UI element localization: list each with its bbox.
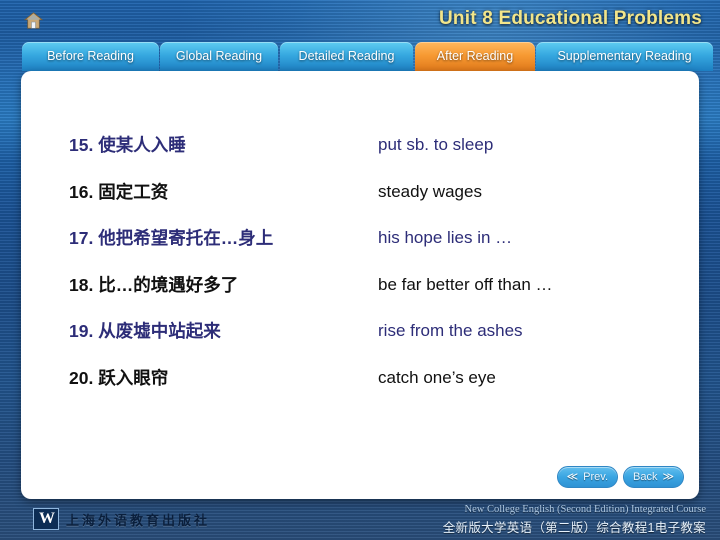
list-item: 16. 固定工资 steady wages (69, 181, 679, 228)
prev-button-label: Prev. (583, 471, 609, 483)
list-item: 20. 跃入眼帘 catch one’s eye (69, 367, 679, 414)
double-chevron-left-icon: ≪ (566, 471, 579, 483)
chinese-phrase: 16. 固定工资 (69, 181, 169, 202)
double-chevron-right-icon: ≫ (662, 471, 674, 483)
logo-mark-icon: W (33, 508, 59, 530)
english-phrase: catch one’s eye (378, 367, 496, 387)
tab-before-reading[interactable]: Before Reading (22, 42, 159, 71)
navigation-buttons: ≪ Prev. Back ≫ (556, 466, 684, 488)
english-phrase: steady wages (378, 181, 482, 201)
slide-stage: Unit 8 Educational Problems Before Readi… (0, 0, 720, 540)
list-item: 17. 他把希望寄托在…身上 his hope lies in … (69, 227, 679, 274)
back-button-label: Back (633, 471, 658, 483)
english-phrase: put sb. to sleep (378, 135, 494, 154)
tab-detailed-reading[interactable]: Detailed Reading (280, 42, 413, 71)
chinese-phrase: 17. 他把希望寄托在…身上 (69, 228, 274, 248)
publisher-name: 上海外语教育出版社 (66, 513, 211, 529)
list-item: 19. 从废墟中站起来 rise from the ashes (69, 320, 679, 367)
publisher-logo: W 上海外语教育出版社 (33, 508, 210, 530)
vocabulary-list: 15. 使某人入睡 put sb. to sleep 16. 固定工资 stea… (69, 134, 679, 413)
english-phrase: be far better off than … (378, 274, 553, 294)
prev-button[interactable]: ≪ Prev. (556, 466, 619, 488)
english-phrase: his hope lies in … (378, 228, 513, 247)
tab-global-reading[interactable]: Global Reading (160, 42, 278, 71)
tab-after-reading[interactable]: After Reading (415, 42, 535, 71)
english-phrase: rise from the ashes (378, 321, 523, 340)
course-title-en: New College English (Second Edition) Int… (464, 504, 706, 515)
chinese-phrase: 19. 从废墟中站起来 (69, 321, 221, 341)
course-title-cn: 全新版大学英语（第二版）综合教程1电子教案 (442, 521, 706, 535)
back-button[interactable]: Back ≫ (623, 466, 684, 488)
page-title: Unit 8 Educational Problems (438, 8, 702, 29)
content-panel: 15. 使某人入睡 put sb. to sleep 16. 固定工资 stea… (21, 71, 699, 499)
list-item: 15. 使某人入睡 put sb. to sleep (69, 134, 679, 181)
course-info: New College English (Second Edition) Int… (443, 504, 706, 536)
chinese-phrase: 15. 使某人入睡 (69, 135, 186, 155)
list-item: 18. 比…的境遇好多了 be far better off than … (69, 274, 679, 321)
home-icon[interactable] (24, 12, 43, 29)
footer: W 上海外语教育出版社 New College English (Second … (0, 499, 720, 540)
tab-supplementary-reading[interactable]: Supplementary Reading (536, 42, 713, 71)
chinese-phrase: 18. 比…的境遇好多了 (69, 274, 239, 295)
header: Unit 8 Educational Problems (0, 0, 720, 40)
tab-bar: Before Reading Global Reading Detailed R… (0, 42, 720, 71)
chinese-phrase: 20. 跃入眼帘 (69, 367, 169, 388)
